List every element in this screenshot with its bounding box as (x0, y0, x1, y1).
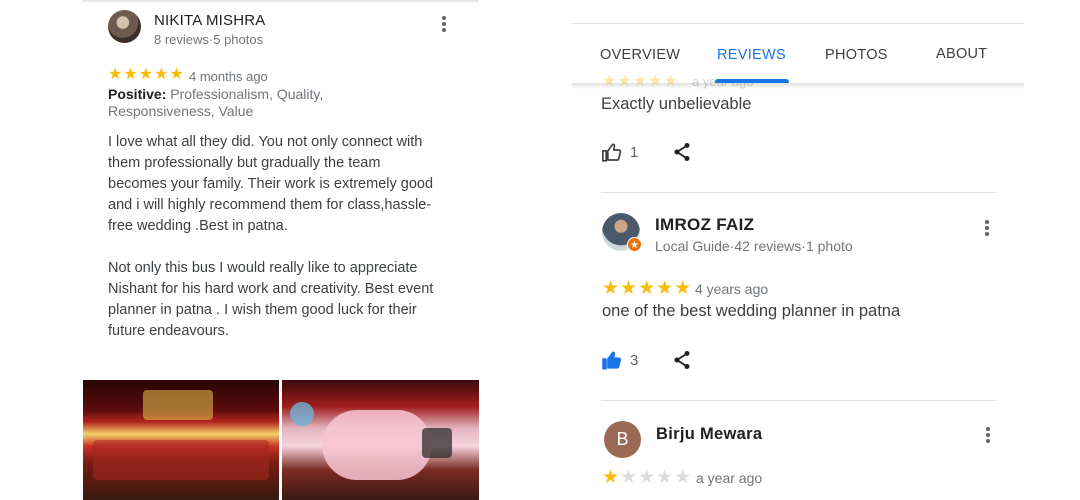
star-filled-icon: ★ (108, 66, 123, 83)
positive-attributes: Positive: Professionalism, Quality, Resp… (108, 86, 368, 120)
star-filled-icon: ★ (674, 278, 692, 299)
star-filled-icon: ★ (169, 66, 184, 83)
review-paragraph: I love what all they did. You not only c… (108, 134, 434, 234)
tab-photos[interactable]: PHOTOS (825, 47, 888, 63)
review-photo[interactable] (282, 380, 479, 500)
more-vert-icon[interactable] (439, 16, 449, 32)
like-count: 3 (630, 352, 639, 369)
share-icon (674, 351, 690, 369)
star-filled-icon: ★ (138, 66, 154, 83)
review-text: one of the best wedding planner in patna (602, 302, 901, 320)
review-time: 4 months ago (189, 69, 268, 84)
search-bar-edge (572, 0, 1024, 24)
more-vert-icon[interactable] (983, 427, 993, 443)
reviewer-meta: Local Guide·42 reviews·1 photo (655, 238, 853, 254)
star-filled-icon: ★ (154, 66, 169, 83)
star-rating: ★ ★ ★ ★ ★ (602, 468, 691, 487)
like-count: 1 (630, 144, 639, 161)
divider (601, 192, 996, 193)
star-filled-icon: ★ (602, 278, 620, 299)
positive-label: Positive: (108, 86, 167, 102)
star-rating: ★ ★ ★ ★ ★ (602, 279, 691, 298)
tab-about[interactable]: ABOUT (936, 46, 987, 62)
left-review-card: NIKITA MISHRA 8 reviews·5 photos ★ ★ ★ ★ ★ 4… (83, 0, 479, 500)
reviewer-meta: 8 reviews·5 photos (154, 32, 264, 47)
tab-reviews[interactable]: REVIEWS (717, 47, 786, 63)
like-button[interactable]: 1 (602, 143, 638, 162)
review-paragraph: Not only this bus I would really like to… (108, 260, 434, 339)
star-empty-icon: ★ (674, 467, 692, 488)
avatar[interactable] (108, 10, 141, 43)
thumbs-up-icon (602, 351, 622, 370)
share-icon (674, 143, 690, 161)
reviews-panel: ★★★★★ a year ago OVERVIEW REVIEWS PHOTOS… (572, 0, 1024, 500)
thumbs-up-icon (602, 143, 622, 162)
review-photo[interactable] (83, 380, 279, 500)
tab-bar-shadow (572, 83, 1024, 89)
star-rating: ★ ★ ★ ★ ★ (108, 67, 184, 83)
reviewer-name[interactable]: Birju Mewara (656, 425, 762, 444)
review-text: I love what all they did. You not only c… (108, 132, 438, 342)
star-filled-icon: ★ (656, 278, 674, 299)
star-filled-icon: ★ (123, 66, 138, 83)
star-filled-icon: ★ (602, 467, 620, 488)
reviewer-name[interactable]: NIKITA MISHRA (154, 12, 266, 29)
more-vert-icon[interactable] (982, 220, 992, 236)
tab-bar: OVERVIEW REVIEWS PHOTOS ABOUT (572, 25, 1024, 83)
divider (601, 400, 996, 401)
local-guide-star-icon: ★ (627, 237, 642, 252)
star-filled-icon: ★ (638, 278, 656, 299)
like-button[interactable]: 3 (602, 351, 638, 370)
star-empty-icon: ★ (656, 467, 674, 488)
star-filled-icon: ★ (620, 278, 638, 299)
avatar[interactable]: B (604, 421, 641, 458)
tab-overview[interactable]: OVERVIEW (600, 47, 680, 63)
star-empty-icon: ★ (638, 467, 656, 488)
reviewer-name[interactable]: IMROZ FAIZ (655, 215, 754, 235)
review-time: a year ago (696, 470, 763, 486)
share-button[interactable] (673, 142, 691, 162)
divider (83, 0, 479, 2)
star-empty-icon: ★ (620, 467, 638, 488)
share-button[interactable] (673, 350, 691, 370)
review-time: 4 years ago (695, 281, 769, 297)
review-text: Exactly unbelievable (601, 95, 752, 113)
